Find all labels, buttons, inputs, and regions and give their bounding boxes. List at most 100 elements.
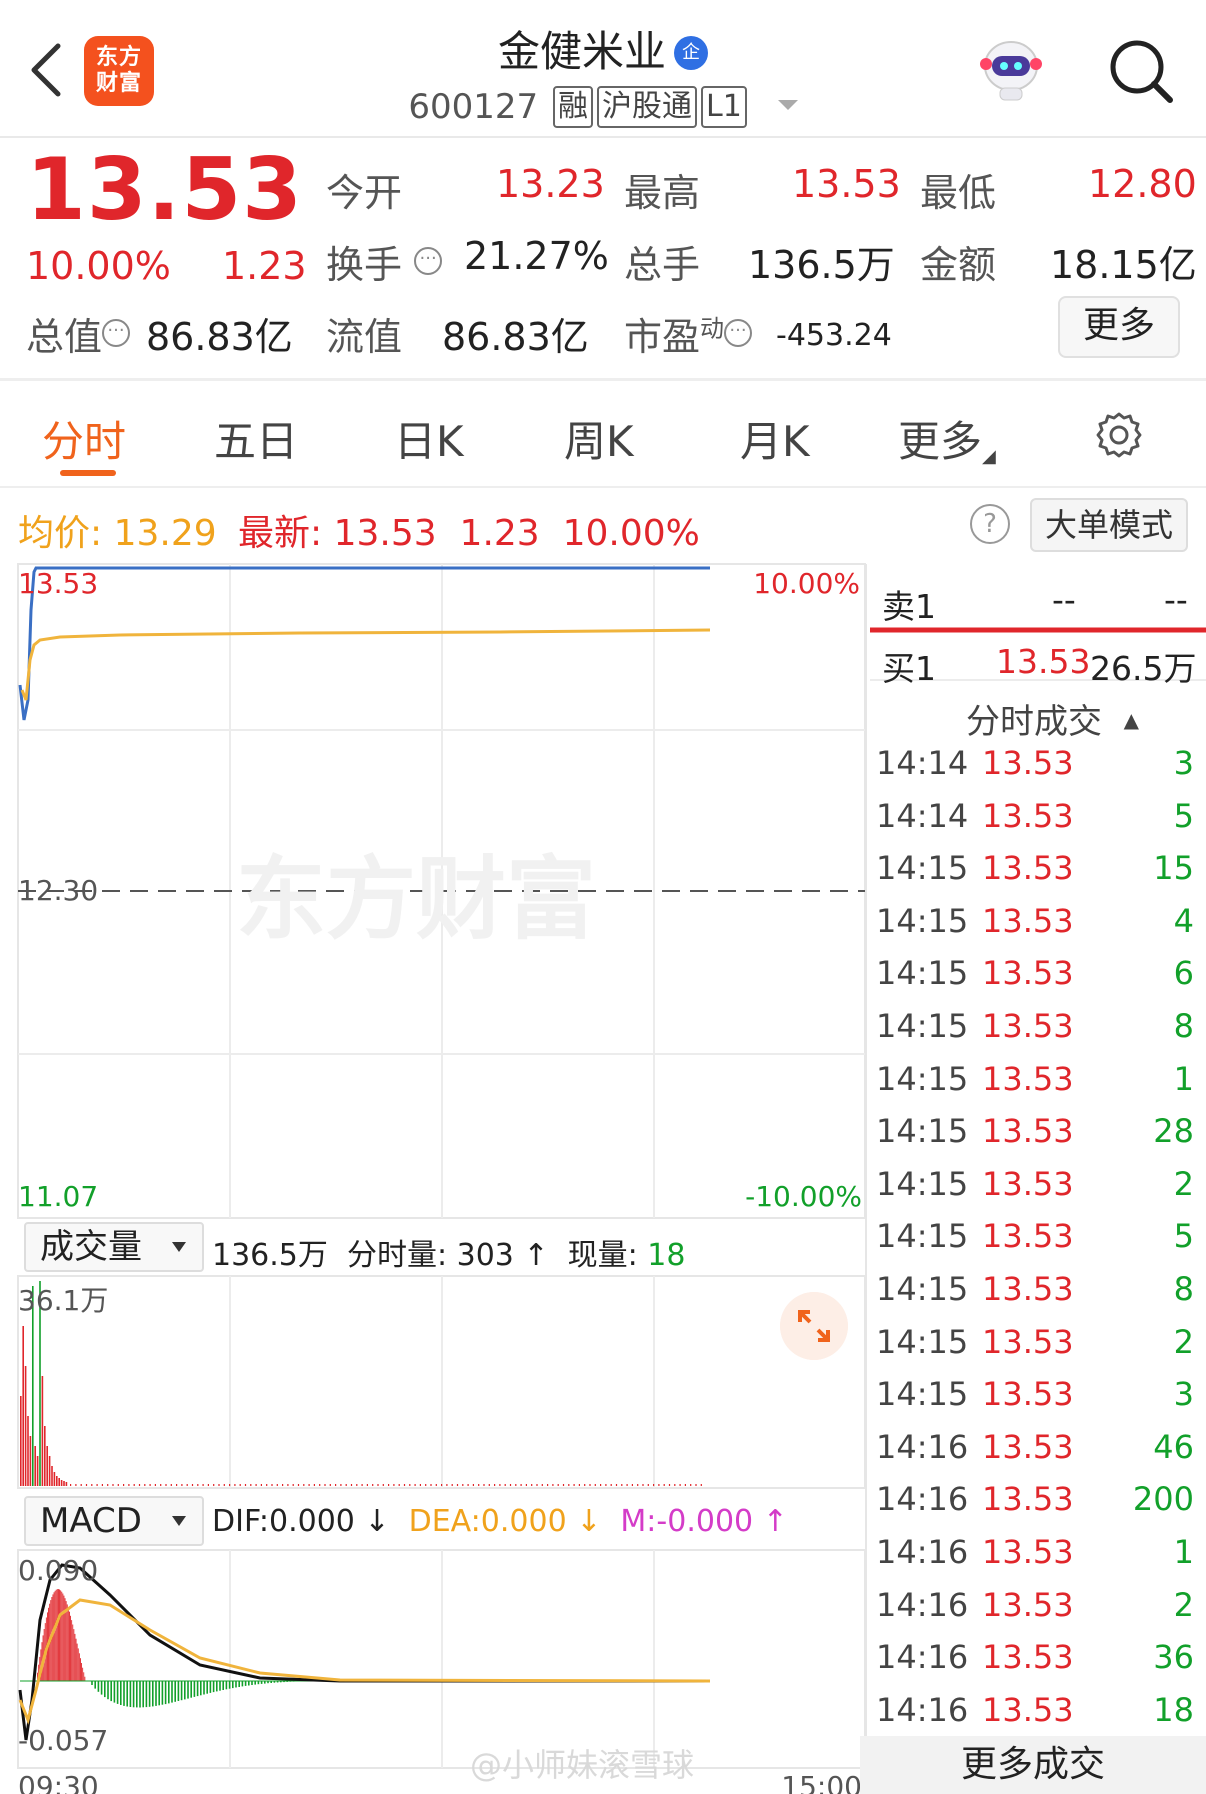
volume-bar [398,1484,400,1486]
trade-volume: 6 [1173,954,1194,993]
volume-label: 总手 [624,243,701,287]
macd-bar-negative [110,1681,112,1702]
tab-five-day[interactable]: 五日 [214,408,298,469]
tab-daily-k[interactable]: 日K [394,408,464,469]
time-axis-end: 15:00 [781,1770,862,1794]
gear-icon[interactable] [1094,410,1144,460]
time-axis-start: 09:30 [18,1770,99,1794]
volume-bar [34,1446,36,1486]
expand-icon[interactable] [780,1292,848,1360]
info-dots-icon[interactable]: ··· [724,319,753,347]
volume-summary: 136.5万 分时量: 303 ↑ 现量: 18 [212,1238,686,1273]
volume-bar [531,1484,533,1486]
change-percent: 10.00% [26,244,171,288]
assistant-robot-icon[interactable] [976,34,1046,104]
volume-bar [366,1484,368,1486]
macd-bar-negative [196,1681,199,1697]
verified-badge: 企 [674,36,708,70]
macd-bar-negative [174,1681,176,1702]
macd-bar-positive [55,1589,57,1681]
volume-bar [271,1484,273,1486]
chevron-down-icon[interactable] [777,100,798,110]
trade-time: 14:15 [876,1007,969,1045]
divider [0,486,1206,488]
trade-volume: 3 [1173,1375,1194,1414]
help-icon[interactable]: ? [970,504,1010,544]
trade-price: 13.53 [982,1007,1074,1045]
macd-bar-negative [219,1681,221,1691]
trade-row: 14:16 13.53 1 [876,1533,1194,1581]
macd-bar-positive [74,1633,76,1681]
active-tab-indicator [60,470,116,476]
volume-bar [430,1484,432,1486]
volume-bar [149,1484,151,1486]
info-dots-icon[interactable]: ··· [102,319,131,347]
macd-bar-negative [100,1681,103,1695]
volume-bar [446,1484,448,1486]
macd-bar-negative [164,1681,167,1705]
volume-bar [600,1484,602,1486]
macd-summary: DIF:0.000 ↓ DEA:0.000 ↓ M:-0.000 ↑ [212,1504,788,1539]
volume-bar [663,1484,665,1486]
macd-bar-negative [244,1681,247,1686]
indicator-select-macd[interactable]: MACD [24,1496,204,1546]
volume-bars [20,1281,702,1486]
volume-bar [483,1484,485,1486]
sell1-volume: -- [1164,580,1188,619]
volume-bar [239,1484,241,1486]
volume-bar [36,1456,39,1486]
volume-bar [101,1484,103,1486]
low-label: 最低 [920,171,997,215]
more-quote-button[interactable]: 更多 [1058,296,1180,358]
volume-bar [441,1484,443,1486]
macd-bar-positive [54,1590,56,1681]
tab-more[interactable]: 更多◢ [898,408,996,469]
trade-time: 14:16 [876,1427,969,1466]
volume-bar [504,1484,506,1486]
macd-bar-negative [225,1681,228,1690]
volume-bar [229,1484,231,1486]
volume-bar [494,1484,496,1486]
amount-label: 金额 [920,243,997,287]
macd-bar-positive [83,1672,85,1681]
divider [0,378,1206,381]
tab-intraday[interactable]: 分时 [42,408,126,469]
tab-weekly-k[interactable]: 周K [564,408,634,469]
macd-bar-positive [60,1590,62,1681]
volume-bar [70,1484,72,1486]
volume-bar [191,1484,194,1486]
more-trades-button[interactable]: 更多成交 [860,1736,1206,1794]
search-icon[interactable] [1108,38,1174,104]
volume-bar [668,1484,671,1486]
trade-price: 13.53 [982,1375,1074,1414]
volume-bar [684,1484,686,1486]
mktcap-value: 86.83亿 [146,315,293,359]
volume-bar [674,1484,676,1486]
volume-bar [472,1484,474,1486]
trade-time: 14:15 [876,901,969,940]
trade-row: 14:15 13.53 8 [876,1270,1194,1318]
volume-bar [456,1484,459,1486]
volume-bar [388,1484,390,1486]
trade-price: 13.53 [982,1533,1074,1571]
indicator-select-volume[interactable]: 成交量 [24,1222,204,1272]
trades-header[interactable]: 分时成交 ▲ [966,694,1139,743]
trade-time: 14:15 [876,954,969,993]
buy1-price: 13.53 [996,642,1091,681]
big-order-mode-button[interactable]: 大单模式 [1030,498,1188,552]
volume-bar [557,1484,559,1486]
volume-bar [123,1484,125,1486]
trade-time: 14:15 [876,1164,969,1203]
trade-price: 13.53 [982,1112,1074,1151]
trade-volume: 8 [1173,1007,1194,1045]
volume-bar [303,1484,305,1486]
info-dots-icon[interactable]: ··· [414,247,443,275]
trade-volume: 1 [1173,1059,1194,1098]
volume-bar [356,1484,358,1486]
macd-bar-positive [77,1648,79,1681]
volume-bar [372,1484,374,1486]
tab-monthly-k[interactable]: 月K [740,408,810,469]
trade-price: 13.53 [982,1427,1074,1466]
pe-value: -453.24 [776,318,892,353]
volume-value: 136.5万 [748,243,895,287]
